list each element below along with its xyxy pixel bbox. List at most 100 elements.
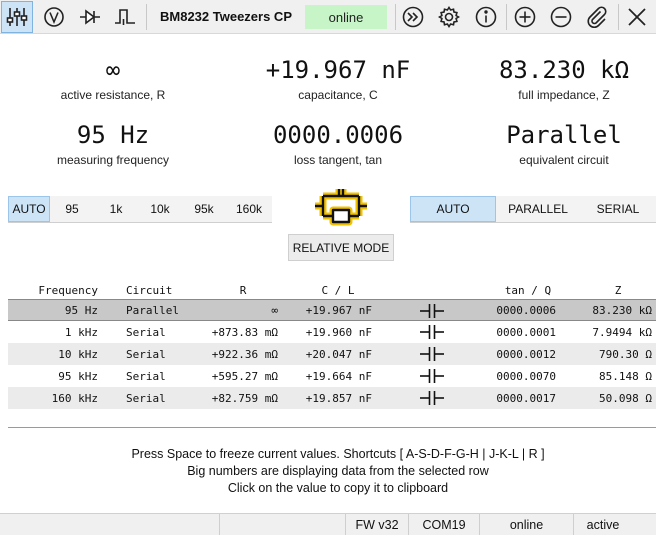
circuit-option-auto[interactable]: AUTO bbox=[410, 196, 496, 222]
header-z[interactable]: Z bbox=[588, 284, 648, 297]
close-button[interactable] bbox=[621, 1, 653, 33]
divider bbox=[8, 427, 656, 428]
add-icon bbox=[514, 6, 536, 28]
circuit-readout: Parallel equivalent circuit bbox=[454, 120, 656, 167]
capacitor-icon bbox=[420, 391, 444, 405]
header-frequency[interactable]: Frequency bbox=[8, 284, 98, 297]
table-row[interactable]: 95 Hz Parallel ∞ +19.967 nF 0000.0006 83… bbox=[8, 299, 656, 321]
capacitance-readout: +19.967 nF capacitance, C bbox=[228, 55, 448, 102]
resistance-label: active resistance, R bbox=[60, 88, 166, 102]
help-line-selected-row: Big numbers are displaying data from the… bbox=[187, 464, 489, 478]
resistance-readout: ∞ active resistance, R bbox=[3, 55, 223, 102]
voltmeter-icon bbox=[44, 7, 64, 27]
frequency-option-95[interactable]: 95 bbox=[50, 196, 94, 222]
cell-tan: 0000.0001 bbox=[496, 325, 556, 339]
add-button[interactable] bbox=[509, 1, 541, 33]
frequency-option-160k[interactable]: 160k bbox=[226, 196, 272, 222]
frequency-option-auto[interactable]: AUTO bbox=[8, 196, 50, 222]
capacitor-icon bbox=[420, 347, 444, 361]
serial-port: COM19 bbox=[422, 518, 466, 532]
frequency-readout: 95 Hz measuring frequency bbox=[3, 120, 223, 167]
cell-tan: 0000.0070 bbox=[496, 369, 556, 383]
table-header: Frequency Circuit R C / L tan / Q Z bbox=[8, 281, 656, 299]
remove-icon bbox=[550, 6, 572, 28]
app-title: BM8232 Tweezers CP bbox=[160, 9, 292, 24]
connect-icon bbox=[402, 6, 424, 28]
close-icon bbox=[628, 8, 646, 26]
tweezers-mode-icon bbox=[6, 8, 28, 26]
cell-z: 83.230 kΩ bbox=[592, 303, 652, 317]
impedance-value[interactable]: 83.230 kΩ bbox=[454, 55, 656, 85]
help-line-clipboard: Click on the value to copy it to clipboa… bbox=[227, 481, 449, 495]
frequency-option-1k[interactable]: 1k bbox=[94, 196, 138, 222]
toolbar-separator bbox=[618, 4, 619, 30]
table-row[interactable]: 160 kHz Serial +82.759 mΩ +19.857 nF 000… bbox=[8, 387, 656, 409]
frequency-value[interactable]: 95 Hz bbox=[3, 120, 223, 150]
toolbar-separator bbox=[506, 4, 507, 30]
loss-tangent-label: loss tangent, tan bbox=[293, 153, 383, 167]
cell-r: ∞ bbox=[271, 303, 278, 317]
header-tan[interactable]: tan / Q bbox=[498, 284, 558, 297]
circuit-label: equivalent circuit bbox=[519, 153, 609, 167]
table-row[interactable]: 1 kHz Serial +873.83 mΩ +19.960 nF 0000.… bbox=[8, 321, 656, 343]
info-button[interactable] bbox=[470, 1, 502, 33]
capacitance-label: capacitance, C bbox=[298, 88, 378, 102]
cell-cl: +19.857 nF bbox=[305, 391, 372, 405]
frequency-option-10k[interactable]: 10k bbox=[138, 196, 182, 222]
cell-z: 85.148 Ω bbox=[599, 369, 652, 383]
relative-mode-button[interactable]: RELATIVE MODE bbox=[288, 234, 394, 261]
header-circuit[interactable]: Circuit bbox=[126, 284, 206, 297]
pulse-button[interactable] bbox=[109, 1, 141, 33]
cell-r: +82.759 mΩ bbox=[211, 391, 278, 405]
table-row[interactable]: 10 kHz Serial +922.36 mΩ +20.047 nF 0000… bbox=[8, 343, 656, 365]
loss-tangent-value[interactable]: 0000.0006 bbox=[228, 120, 448, 150]
cell-frequency: 95 kHz bbox=[58, 369, 98, 383]
cell-cl: +20.047 nF bbox=[305, 347, 372, 361]
impedance-readout: 83.230 kΩ full impedance, Z bbox=[454, 55, 656, 102]
connection-status-badge: online bbox=[305, 5, 387, 29]
cell-z: 50.098 Ω bbox=[599, 391, 652, 405]
capacitor-icon bbox=[420, 369, 444, 383]
circuit-value[interactable]: Parallel bbox=[454, 120, 656, 150]
cell-frequency: 1 kHz bbox=[64, 325, 98, 339]
help-text: Press Space to freeze current values. Sh… bbox=[0, 446, 656, 497]
header-r[interactable]: R bbox=[208, 284, 278, 297]
circuit-option-serial[interactable]: SERIAL bbox=[580, 196, 656, 222]
table-row[interactable]: 95 kHz Serial +595.27 mΩ +19.664 nF 0000… bbox=[8, 365, 656, 387]
cell-cl: +19.960 nF bbox=[305, 325, 372, 339]
diode-icon bbox=[80, 9, 100, 25]
capacitance-value[interactable]: +19.967 nF bbox=[228, 55, 448, 85]
status-bar: FW v32 COM19 online active bbox=[0, 513, 656, 535]
cell-z: 790.30 Ω bbox=[599, 347, 652, 361]
circuit-selector: AUTO PARALLEL SERIAL bbox=[410, 196, 656, 223]
settings-button[interactable] bbox=[433, 1, 465, 33]
parallel-circuit-icon bbox=[315, 189, 367, 226]
cell-cl: +19.967 nF bbox=[305, 303, 372, 317]
cell-frequency: 95 Hz bbox=[64, 303, 98, 317]
cell-r: +595.27 mΩ bbox=[211, 369, 278, 383]
cell-r: +873.83 mΩ bbox=[211, 325, 278, 339]
impedance-label: full impedance, Z bbox=[518, 88, 610, 102]
circuit-option-parallel[interactable]: PARALLEL bbox=[496, 196, 580, 222]
settings-gear-icon bbox=[437, 6, 461, 28]
connect-button[interactable] bbox=[397, 1, 429, 33]
diode-button[interactable] bbox=[74, 1, 106, 33]
cell-tan: 0000.0006 bbox=[496, 303, 556, 317]
connection-state: online bbox=[509, 518, 544, 532]
frequency-option-95k[interactable]: 95k bbox=[182, 196, 226, 222]
capacitor-icon bbox=[420, 325, 444, 339]
toolbar: BM8232 Tweezers CP online bbox=[0, 0, 656, 34]
loss-tangent-readout: 0000.0006 loss tangent, tan bbox=[228, 120, 448, 167]
voltmeter-button[interactable] bbox=[38, 1, 70, 33]
attach-icon bbox=[587, 6, 607, 28]
header-cl[interactable]: C / L bbox=[308, 284, 368, 297]
tweezers-mode-button[interactable] bbox=[1, 1, 33, 33]
measurements-table: Frequency Circuit R C / L tan / Q Z 95 H… bbox=[8, 281, 656, 409]
frequency-selector: AUTO 95 1k 10k 95k 160k bbox=[8, 196, 272, 223]
capacitor-icon bbox=[420, 304, 444, 318]
cell-frequency: 160 kHz bbox=[51, 391, 98, 405]
remove-button[interactable] bbox=[545, 1, 577, 33]
toolbar-separator bbox=[395, 4, 396, 30]
resistance-value[interactable]: ∞ bbox=[3, 55, 223, 85]
attach-button[interactable] bbox=[581, 1, 613, 33]
